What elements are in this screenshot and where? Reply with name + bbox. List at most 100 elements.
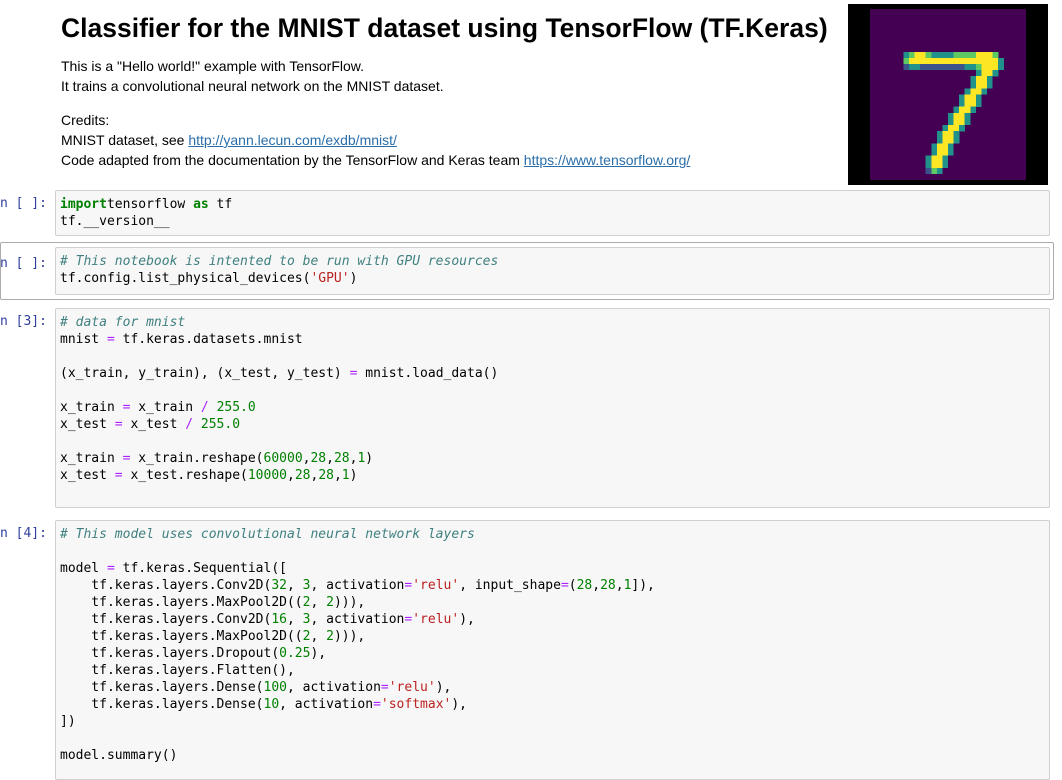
code-token: 'relu' <box>388 680 436 695</box>
code-token: tf.keras.layers.Conv2D( <box>60 578 272 593</box>
code-token: , <box>310 629 327 644</box>
code-token: 28 <box>294 468 311 483</box>
code-line: tf.keras.layers.MaxPool2D((2, 2))), <box>60 628 1045 645</box>
code-token: model <box>60 561 107 576</box>
code-token: 'relu' <box>412 612 460 627</box>
code-token: 60000 <box>263 451 303 466</box>
intro-line-1: This is a "Hello world!" example with Te… <box>61 58 365 74</box>
code-token: , <box>592 578 601 593</box>
code-token: tf.keras.layers.Dense( <box>60 697 264 712</box>
code-token: ))), <box>333 595 366 610</box>
code-token: tf.keras.layers.Dropout( <box>60 646 280 661</box>
code-line: # This model uses convolutional neural n… <box>60 526 1045 543</box>
code-token: 255.0 <box>216 400 256 415</box>
code-token: (x_train, y_train), (x_test, y_test) <box>60 366 350 381</box>
code-credit-text: Code adapted from the documentation by t… <box>61 152 524 168</box>
code-line: x_test = x_test.reshape(10000,28,28,1) <box>60 467 1045 484</box>
code-credit-line: Code adapted from the documentation by t… <box>61 152 690 168</box>
code-token: ), <box>451 697 468 712</box>
code-token: , activation <box>310 612 405 627</box>
code-token: 16 <box>271 612 287 627</box>
code-input-area[interactable]: importtensorflow as tf tf.__version__ <box>55 190 1050 236</box>
code-token: 28 <box>318 468 334 483</box>
cell-prompt: n [4]: <box>0 526 47 541</box>
code-token: = <box>560 578 569 593</box>
code-token: tf.config.list_physical_devices( <box>60 271 311 286</box>
code-line: x_test = x_test / 255.0 <box>60 416 1045 433</box>
code-token: mnist.load_data() <box>357 366 499 381</box>
code-token: , <box>310 595 327 610</box>
code-token: x_test.reshape( <box>122 468 248 483</box>
code-input-area[interactable]: # data for mnist mnist = tf.keras.dataset… <box>55 308 1050 508</box>
code-token: ) <box>365 451 374 466</box>
code-token: , <box>286 612 303 627</box>
code-line: importtensorflow as tf <box>60 196 1045 213</box>
code-token: , <box>333 468 342 483</box>
code-token: x_train.reshape( <box>130 451 264 466</box>
code-token: = <box>106 332 115 347</box>
code-token: 'relu' <box>412 578 460 593</box>
code-token: tf.keras.Sequential([ <box>114 561 287 576</box>
tensorflow-link[interactable]: https://www.tensorflow.org/ <box>524 152 691 168</box>
code-token: , <box>326 451 334 466</box>
code-line: tf.keras.layers.Dropout(0.25), <box>60 645 1045 662</box>
code-token: ( <box>568 578 577 593</box>
code-token: / <box>185 417 194 432</box>
code-token: mnist <box>60 332 107 347</box>
code-token: = <box>106 561 115 576</box>
code-token: tf.keras.datasets.mnist <box>114 332 303 347</box>
code-token: tensorflow <box>106 197 194 212</box>
code-token: , <box>286 578 303 593</box>
code-line: tf.keras.layers.Flatten(), <box>60 662 1045 679</box>
code-token: 1 <box>341 468 350 483</box>
mnist-digit-image <box>848 4 1048 185</box>
code-token: # data for mnist <box>60 315 186 330</box>
code-token: tf.keras.layers.MaxPool2D(( <box>60 595 303 610</box>
code-token: ) <box>349 271 358 286</box>
code-input-area[interactable]: # This model uses convolutional neural n… <box>55 520 1050 780</box>
code-token: x_train <box>130 400 201 415</box>
code-token: , activation <box>279 697 374 712</box>
code-token: 255.0 <box>200 417 241 432</box>
code-token: import <box>60 197 107 212</box>
code-token: ), <box>310 646 327 661</box>
mnist-credit-text: MNIST dataset, see <box>61 132 189 148</box>
code-token: = <box>114 468 123 483</box>
code-token: = <box>380 680 389 695</box>
code-line: x_train = x_train.reshape(60000,28,28,1) <box>60 450 1045 467</box>
code-line: tf.keras.layers.Conv2D(32, 3, activation… <box>60 577 1045 594</box>
notebook-title: Classifier for the MNIST dataset using T… <box>61 13 828 43</box>
code-line: model.summary() <box>60 747 1045 764</box>
code-token: tf.keras.layers.Conv2D( <box>60 612 272 627</box>
code-token: = <box>373 697 381 712</box>
code-token: x_train <box>60 400 123 415</box>
code-input-area[interactable]: # This notebook is intented to be run wi… <box>55 247 1050 295</box>
intro-line-2: It trains a convolutional neural network… <box>61 78 444 94</box>
code-token: ))), <box>333 629 366 644</box>
code-token: 100 <box>263 680 287 695</box>
code-token: as <box>193 197 209 212</box>
code-line: tf.keras.layers.Conv2D(16, 3, activation… <box>60 611 1045 628</box>
cell-prompt: n [ ]: <box>0 256 47 271</box>
code-token: ) <box>349 468 358 483</box>
code-token: 28 <box>333 451 350 466</box>
code-line: tf.config.list_physical_devices('GPU') <box>60 270 1045 287</box>
code-line: (x_train, y_train), (x_test, y_test) = m… <box>60 365 1045 382</box>
code-token: 'softmax' <box>380 697 452 712</box>
code-token: , <box>615 578 624 593</box>
code-token: # This notebook is intented to be run wi… <box>60 254 499 269</box>
cell-prompt: n [ ]: <box>0 196 47 211</box>
code-token: 28 <box>600 578 616 593</box>
code-token: ]) <box>60 714 76 729</box>
code-token: , activation <box>310 578 405 593</box>
code-line: # data for mnist <box>60 314 1045 331</box>
mnist-link[interactable]: http://yann.lecun.com/exdb/mnist/ <box>188 132 397 148</box>
credits-label: Credits: <box>61 112 110 128</box>
